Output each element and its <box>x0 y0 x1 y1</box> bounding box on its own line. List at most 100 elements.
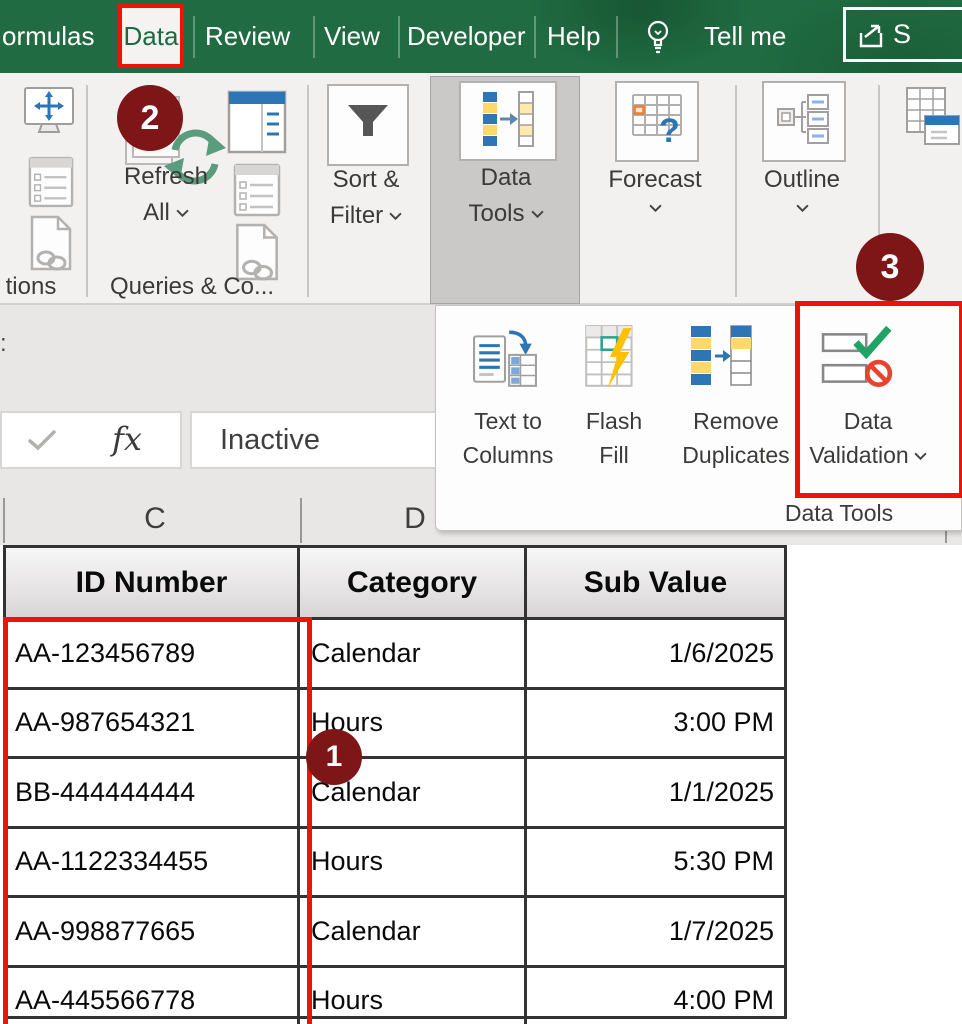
menu-item-flash-fill[interactable]: Flash <box>564 408 664 435</box>
column-header-c[interactable]: C <box>30 496 280 542</box>
share-button[interactable]: S <box>843 7 962 62</box>
chevron-down-icon <box>176 209 189 217</box>
monitor-connections-icon[interactable] <box>22 85 76 150</box>
menu-item-remove-duplicates-line2[interactable]: Duplicates <box>666 442 806 469</box>
insert-function-button[interactable]: fx <box>112 420 142 458</box>
edit-links-icon[interactable] <box>28 215 74 276</box>
remove-duplicates-line2: Duplicates <box>682 442 789 469</box>
ribbon-tab-bar: ormulas Review View Developer Help Tell … <box>0 0 962 73</box>
get-data-icon[interactable] <box>905 86 961 153</box>
data-tools-icon <box>481 90 535 153</box>
group-divider <box>86 85 88 297</box>
cell-category[interactable]: Calendar <box>300 620 527 687</box>
cell-value[interactable]: 1/6/2025 <box>527 620 784 687</box>
outline-label[interactable]: Outline <box>732 166 872 194</box>
formula-bar-buttons: fx <box>0 411 182 469</box>
connections-group-label: tions <box>0 273 62 301</box>
highlight-box-id-column <box>3 617 312 1024</box>
enter-check-icon[interactable] <box>26 428 58 457</box>
header-id-number[interactable]: ID Number <box>6 548 300 617</box>
forecast-icon: ? <box>629 93 685 150</box>
sort-filter-label-line2[interactable]: Filter <box>316 202 416 230</box>
chevron-down-icon <box>649 204 662 212</box>
remove-duplicates-line1: Remove <box>693 408 779 435</box>
tab-formulas-partial[interactable]: ormulas <box>2 0 94 73</box>
cell-value[interactable]: 4:00 PM <box>527 968 784 1024</box>
filter-icon <box>346 103 390 148</box>
step-badge-2: 2 <box>117 85 183 151</box>
outline-chevron[interactable] <box>732 204 872 212</box>
outline-button[interactable] <box>762 81 846 162</box>
properties-icon[interactable] <box>28 156 74 213</box>
sort-filter-button[interactable] <box>327 84 409 166</box>
step-badge-3: 3 <box>856 233 924 301</box>
refresh-all-line1: Refresh <box>124 163 208 191</box>
share-label-partial: S <box>893 19 911 50</box>
tab-review[interactable]: Review <box>205 0 290 73</box>
left-edge-fragment: : <box>0 330 7 358</box>
formula-bar-value: Inactive <box>220 413 320 467</box>
formula-bar-input[interactable]: Inactive <box>190 411 445 469</box>
sort-filter-label-line1[interactable]: Sort & <box>316 166 416 194</box>
group-divider <box>307 85 309 297</box>
cell-value[interactable]: 3:00 PM <box>527 690 784 757</box>
outline-label-text: Outline <box>764 166 840 194</box>
excel-window: ormulas Review View Developer Help Tell … <box>0 0 962 1024</box>
share-icon <box>855 22 887 57</box>
forecast-label-text: Forecast <box>608 166 701 194</box>
refresh-all-line2: All <box>143 199 170 227</box>
tab-separator <box>398 16 400 58</box>
chevron-down-icon <box>389 212 402 220</box>
column-divider <box>3 498 5 543</box>
forecast-chevron[interactable] <box>585 204 725 212</box>
properties-icon[interactable] <box>232 163 282 222</box>
flash-fill-line1: Flash <box>586 408 642 435</box>
refresh-all-button-line2[interactable]: All <box>106 199 226 227</box>
cell-category[interactable]: Hours <box>300 829 527 896</box>
column-divider <box>300 498 302 543</box>
tab-view[interactable]: View <box>324 0 380 73</box>
cell-value[interactable]: 5:30 PM <box>527 829 784 896</box>
text-to-columns-line2: Columns <box>463 442 554 469</box>
tab-separator <box>193 16 195 58</box>
menu-item-text-to-columns-line2[interactable]: Columns <box>448 442 568 469</box>
tab-separator <box>313 16 315 58</box>
data-tools-iconbox <box>459 81 557 161</box>
flash-fill-line2: Fill <box>599 442 628 469</box>
remove-duplicates-icon <box>689 324 753 397</box>
table-header-row: ID Number Category Sub Value <box>6 548 784 620</box>
queries-group-label: Queries & Co... <box>92 273 292 301</box>
forecast-label[interactable]: Forecast <box>585 166 725 194</box>
menu-item-flash-fill-line2[interactable]: Fill <box>564 442 664 469</box>
cell-category[interactable]: Calendar <box>300 898 527 965</box>
tab-developer[interactable]: Developer <box>407 0 526 73</box>
tab-data-label: Data <box>124 21 179 51</box>
data-tools-button-active[interactable]: Data Tools <box>430 76 580 304</box>
forecast-button[interactable]: ? <box>615 81 699 162</box>
data-tools-line2: Tools <box>468 200 524 228</box>
sort-filter-line2: Filter <box>330 202 383 230</box>
menu-item-remove-duplicates[interactable]: Remove <box>666 408 806 435</box>
queries-window-icon[interactable] <box>226 86 288 163</box>
data-tools-label-line2: Tools <box>446 200 566 228</box>
header-sub-value[interactable]: Sub Value <box>527 548 784 617</box>
tab-separator <box>534 16 536 58</box>
cell-value[interactable]: 1/7/2025 <box>527 898 784 965</box>
svg-text:?: ? <box>659 112 680 145</box>
tab-tell-me[interactable]: Tell me <box>704 0 786 73</box>
column-divider <box>945 531 947 543</box>
tab-data-active[interactable]: Data <box>118 4 184 68</box>
flyout-group-label: Data Tools <box>769 500 909 527</box>
refresh-all-button[interactable]: Refresh <box>106 163 226 191</box>
data-tools-label-line1: Data <box>446 164 566 192</box>
tab-help[interactable]: Help <box>547 0 600 73</box>
text-to-columns-icon <box>472 328 538 393</box>
chevron-down-icon <box>531 210 544 218</box>
cell-category[interactable]: Hours <box>300 968 527 1024</box>
highlight-box-data-validation <box>795 301 962 498</box>
header-category[interactable]: Category <box>300 548 527 617</box>
flash-fill-icon <box>584 324 642 397</box>
cell-value[interactable]: 1/1/2025 <box>527 759 784 826</box>
menu-item-text-to-columns[interactable]: Text to <box>448 408 568 435</box>
chevron-down-icon <box>796 204 809 212</box>
